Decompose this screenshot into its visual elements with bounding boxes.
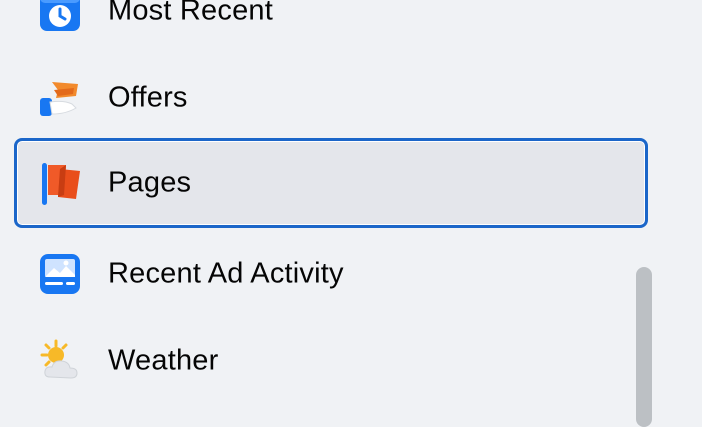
- menu-item-most-recent[interactable]: Most Recent: [14, 0, 648, 56]
- bookmarks-menu: Most Recent Offers Pages Recent Ad Activ…: [0, 0, 702, 408]
- menu-item-label: Offers: [108, 81, 188, 114]
- sun-cloud-icon: [36, 337, 84, 385]
- menu-item-label: Weather: [108, 344, 219, 377]
- offers-tag-hand-icon: [36, 74, 84, 122]
- menu-item-label: Recent Ad Activity: [108, 257, 344, 290]
- menu-item-weather[interactable]: Weather: [14, 316, 648, 406]
- flag-icon: [36, 159, 84, 207]
- scrollbar-thumb[interactable]: [636, 267, 652, 427]
- ad-screen-icon: [36, 250, 84, 298]
- menu-item-label: Pages: [108, 166, 192, 199]
- menu-item-recent-ad-activity[interactable]: Recent Ad Activity: [14, 229, 648, 319]
- menu-item-pages[interactable]: Pages: [14, 138, 648, 228]
- clock-calendar-icon: [36, 0, 84, 35]
- menu-item-label: Most Recent: [108, 0, 273, 27]
- menu-item-offers[interactable]: Offers: [14, 53, 648, 143]
